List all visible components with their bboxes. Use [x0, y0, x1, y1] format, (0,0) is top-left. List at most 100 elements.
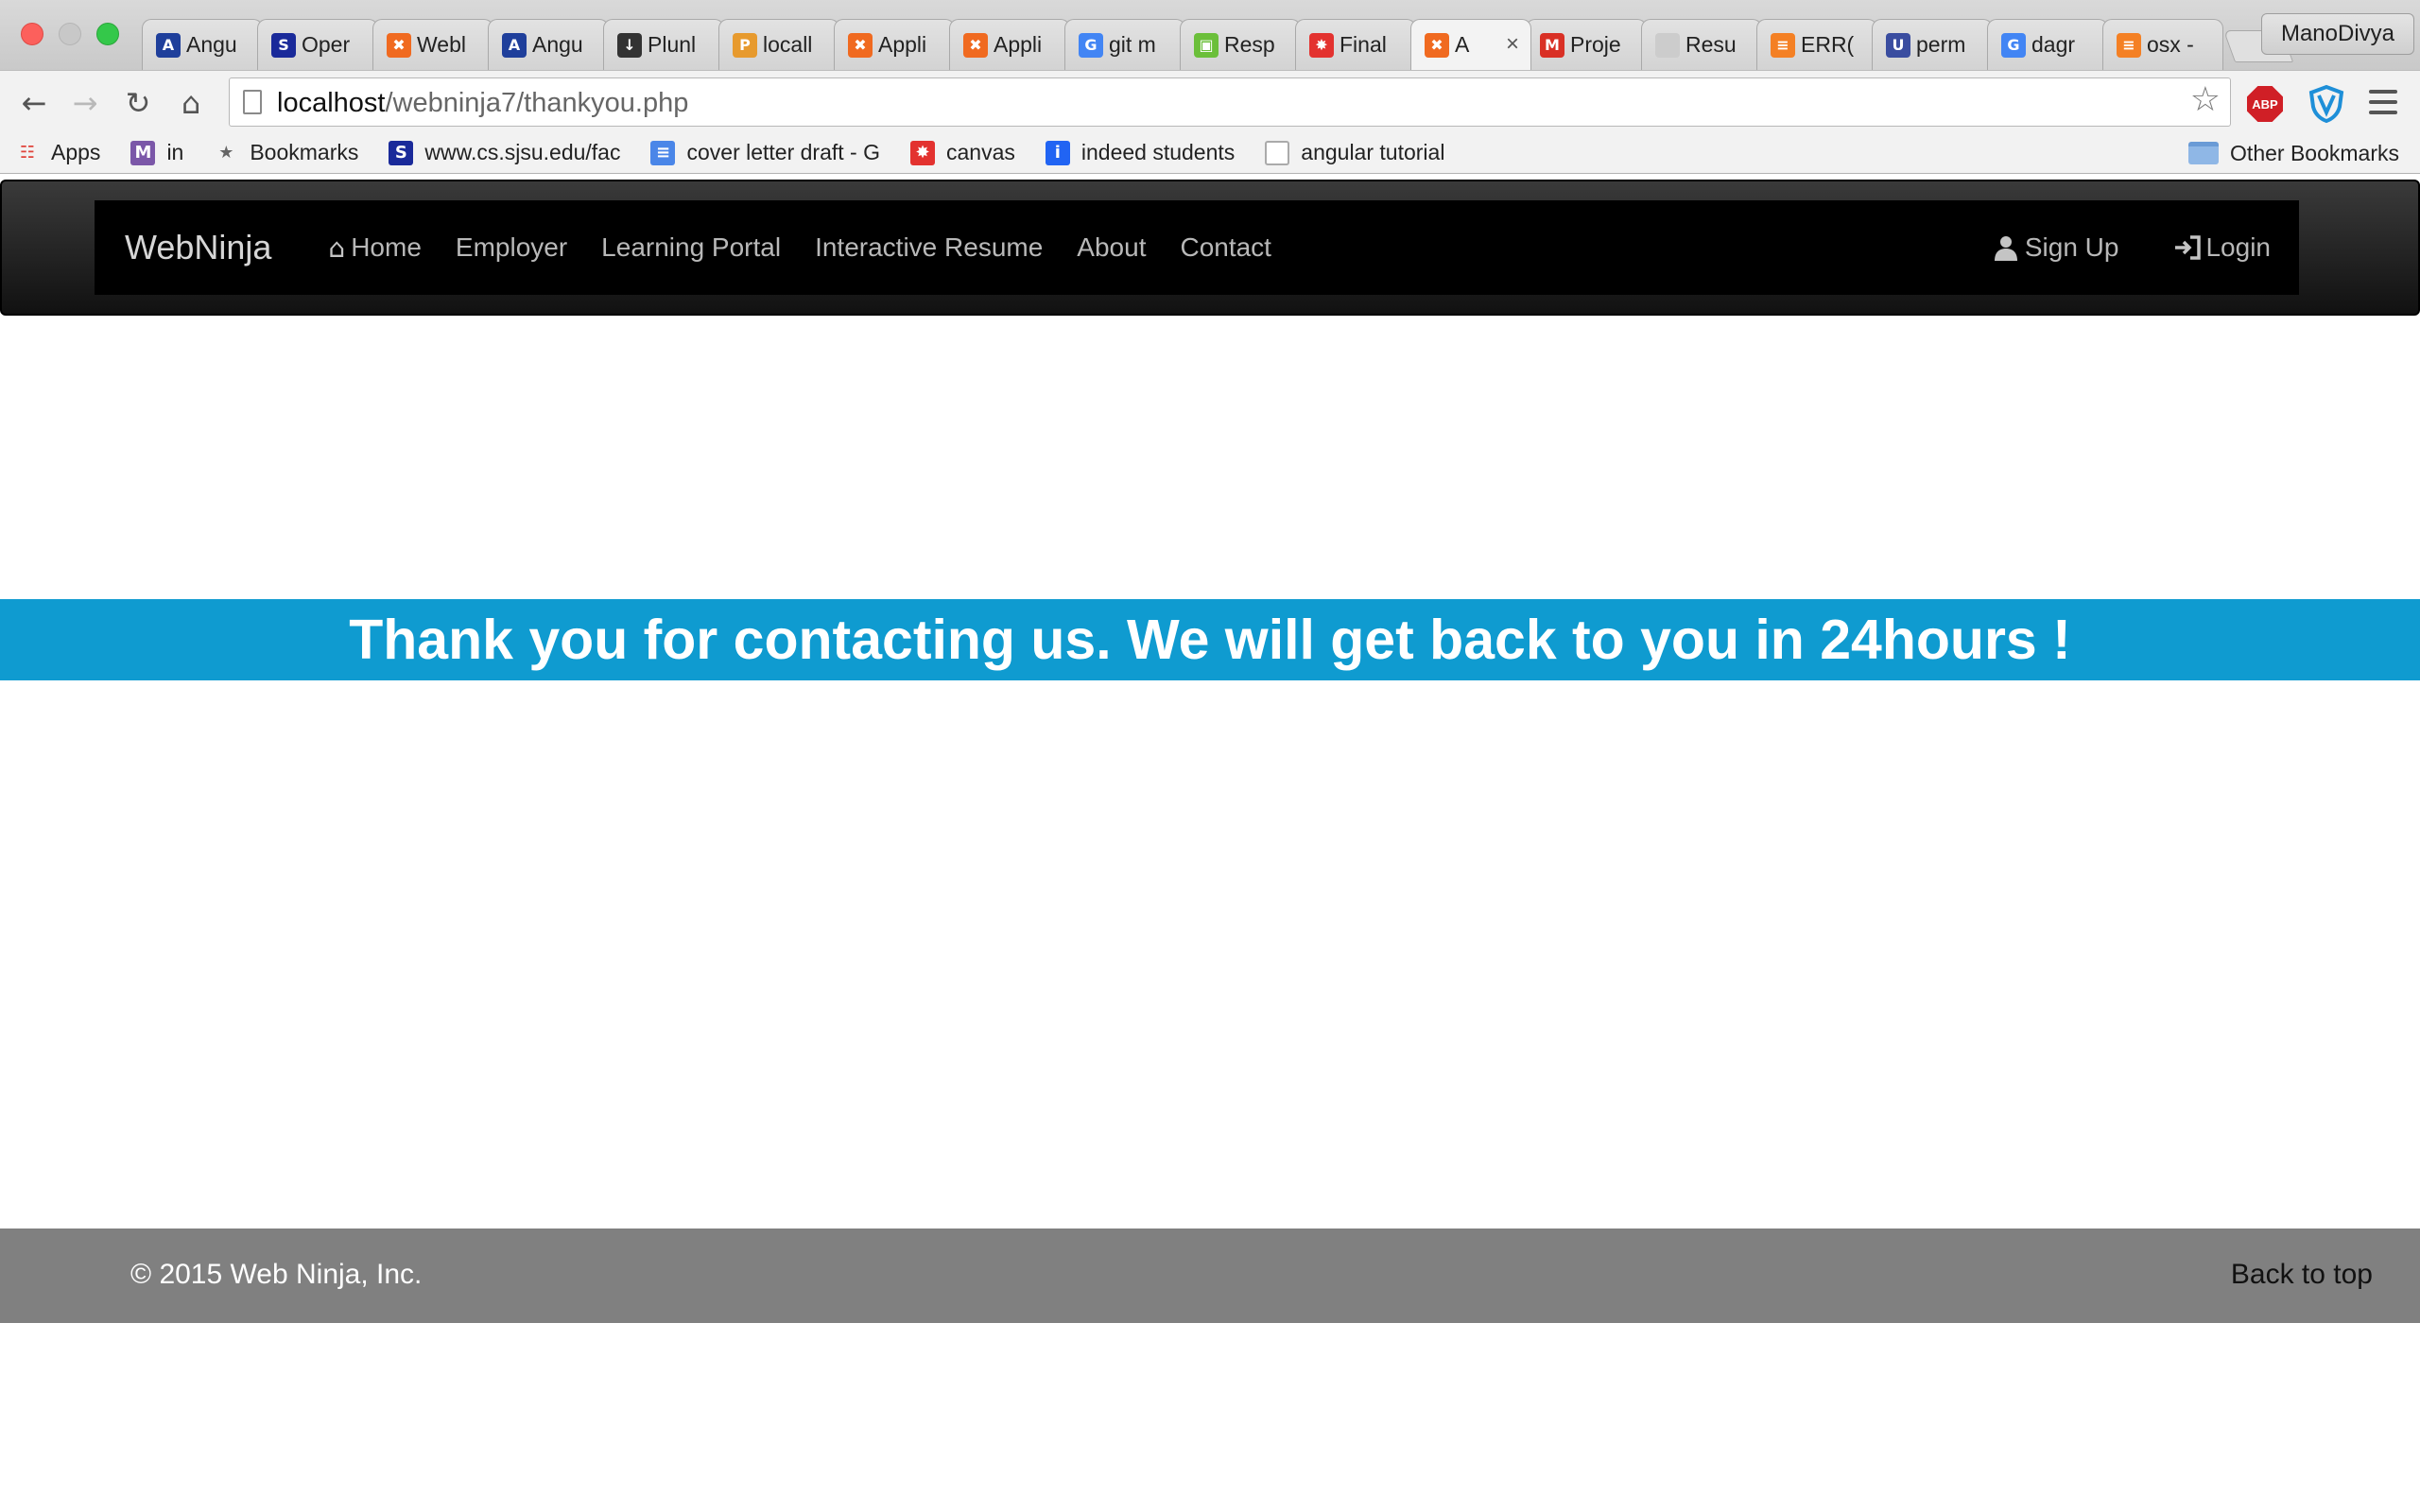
sjsu-icon: S [271, 32, 296, 58]
other-bookmarks-label: Other Bookmarks [2230, 140, 2399, 165]
zoom-window-button[interactable] [96, 23, 119, 45]
address-bar[interactable]: localhost/webninja7/thankyou.php ☆ [229, 77, 2231, 127]
browser-tab[interactable]: ↓ Plunl [603, 19, 724, 70]
nav-contact[interactable]: Contact [1180, 232, 1271, 263]
shield-extension-icon[interactable] [2307, 84, 2346, 124]
nav-about[interactable]: About [1077, 232, 1146, 263]
browser-tab[interactable]: ✖ Appli [834, 19, 955, 70]
bookmark-star-icon[interactable]: ☆ [2190, 80, 2221, 119]
bookmark-item[interactable]: ☷ Apps [15, 140, 101, 165]
forward-arrow-icon[interactable]: → [64, 82, 106, 124]
login-icon [2175, 235, 2202, 260]
browser-tab[interactable]: ✖ Appli [949, 19, 1070, 70]
browser-tabs: A Angu S Oper ✖ Webl A Angu ↓ Plunl Plocall ✖ Appli ✖… [142, 19, 2294, 70]
folder-icon [2188, 142, 2220, 164]
minimize-window-button[interactable] [59, 23, 81, 45]
bookmark-item[interactable]: i indeed students [1045, 140, 1236, 165]
site-navbar: WebNinja ⌂ Home Employer Learning Portal… [95, 200, 2299, 295]
indeed-icon: i [1045, 140, 1070, 165]
chrome-menu-icon[interactable] [2369, 90, 2397, 118]
site-brand[interactable]: WebNinja [125, 228, 271, 267]
close-tab-icon[interactable]: × [1506, 31, 1519, 58]
apps-grid-icon: ☷ [19, 143, 36, 163]
gmail-icon: M [1540, 32, 1564, 58]
browser-tab[interactable]: M Proje [1526, 19, 1647, 70]
browser-tab[interactable]: Ggit m [1064, 19, 1185, 70]
nav-interactive-resume[interactable]: Interactive Resume [815, 232, 1043, 263]
site-footer: © 2015 Web Ninja, Inc. Back to top [0, 1228, 2420, 1323]
profile-button[interactable]: ManoDivya [2260, 13, 2414, 55]
angular-icon: A [156, 32, 181, 58]
plunker-icon: ↓ [617, 32, 642, 58]
canvas-icon: ✸ [1309, 32, 1334, 58]
phpmyadmin-icon: P [733, 32, 757, 58]
canvas-icon: ✸ [910, 140, 935, 165]
bookmarks-bar: ☷ Apps Min ★ Bookmarks Swww.cs.sjsu.edu/fac ≡ c… [0, 132, 2420, 174]
google-icon: G [1079, 32, 1103, 58]
close-window-button[interactable] [21, 23, 43, 45]
bookmark-item[interactable]: angular tutorial [1265, 140, 1444, 165]
browser-toolbar: ← → ↻ ⌂ localhost/webninja7/thankyou.php… [0, 70, 2420, 132]
document-icon [1265, 140, 1290, 165]
nav-learning-portal[interactable]: Learning Portal [601, 232, 781, 263]
browser-tab[interactable]: ✖ A × [1410, 19, 1531, 70]
browser-tab[interactable]: S Oper [257, 19, 378, 70]
browser-tab-label: Appli [994, 32, 1043, 57]
bookmark-item[interactable]: Swww.cs.sjsu.edu/fac [389, 140, 620, 165]
other-bookmarks[interactable]: Other Bookmarks [2188, 132, 2399, 174]
stackoverflow-icon: ≡ [1771, 32, 1795, 58]
browser-tab[interactable]: Uperm [1872, 19, 1993, 70]
site-header: WebNinja ⌂ Home Employer Learning Portal… [0, 180, 2420, 316]
browser-tab-label: Angu [532, 32, 583, 57]
bookmark-item[interactable]: Min [130, 140, 183, 165]
nav-home[interactable]: ⌂ Home [328, 232, 421, 264]
reload-icon[interactable]: ↻ [117, 82, 159, 124]
browser-tab[interactable]: A Angu [142, 19, 263, 70]
browser-tab[interactable]: ≡ ERR( [1756, 19, 1877, 70]
nav-login-label: Login [2205, 232, 2271, 262]
browser-tab-label: Plunl [648, 32, 697, 57]
browser-tab[interactable]: A Angu [488, 19, 609, 70]
back-arrow-icon[interactable]: ← [13, 82, 55, 124]
nav-employer[interactable]: Employer [456, 232, 567, 263]
home-icon[interactable]: ⌂ [170, 82, 212, 124]
nav-account: Sign Up Login [1938, 232, 2271, 263]
xampp-icon: ✖ [963, 32, 988, 58]
browser-tab-label: dagr [2031, 32, 2076, 57]
browser-tab[interactable]: ▣ Resp [1180, 19, 1301, 70]
bookmark-label: Apps [51, 140, 101, 164]
browser-tab-label: Final [1340, 32, 1387, 57]
bookmark-label: indeed students [1080, 140, 1236, 164]
back-to-top-link[interactable]: Back to top [2231, 1259, 2373, 1291]
browser-tab-label: perm [1916, 32, 1966, 57]
url-text: localhost/webninja7/thankyou.php [277, 88, 688, 119]
browser-tab-label: Proje [1570, 32, 1621, 57]
browser-tab[interactable]: ✖ Webl [372, 19, 493, 70]
browser-tab-label: git m [1109, 32, 1156, 57]
browser-tab-label: Resu [1685, 32, 1737, 57]
bookmark-label: canvas [946, 140, 1015, 164]
sjsu-icon: S [389, 140, 414, 165]
home-icon: ⌂ [328, 232, 346, 264]
stackoverflow-icon: ≡ [2117, 32, 2141, 58]
footer-copyright: © 2015 Web Ninja, Inc. [130, 1259, 423, 1290]
browser-tab-label: Angu [186, 32, 237, 57]
browser-tab[interactable]: ≡ osx - [2102, 19, 2223, 70]
browser-tab[interactable]: ✸ Final [1295, 19, 1416, 70]
bookmark-item[interactable]: ✸ canvas [910, 140, 1015, 165]
nav-login[interactable]: Login [2173, 232, 2271, 263]
ul-icon: U [1886, 32, 1910, 58]
bookmark-item[interactable]: ≡ cover letter draft - G [650, 140, 880, 165]
browser-tab[interactable]: Resu [1641, 19, 1762, 70]
browser-tab[interactable]: Gdagr [1987, 19, 2108, 70]
adblock-plus-icon[interactable]: ABP [2247, 86, 2283, 122]
google-docs-icon: ≡ [650, 140, 676, 165]
browser-tab[interactable]: Plocall [718, 19, 839, 70]
browser-tab-label: ERR( [1801, 32, 1855, 57]
xampp-icon: ✖ [848, 32, 873, 58]
browser-tab-label: Webl [417, 32, 466, 57]
user-icon [1994, 236, 2017, 261]
browser-tab-strip: A Angu S Oper ✖ Webl A Angu ↓ Plunl Plocall ✖ Appli ✖… [0, 0, 2420, 70]
bookmark-item[interactable]: ★ Bookmarks [214, 140, 358, 165]
nav-sign-up[interactable]: Sign Up [1993, 232, 2118, 263]
